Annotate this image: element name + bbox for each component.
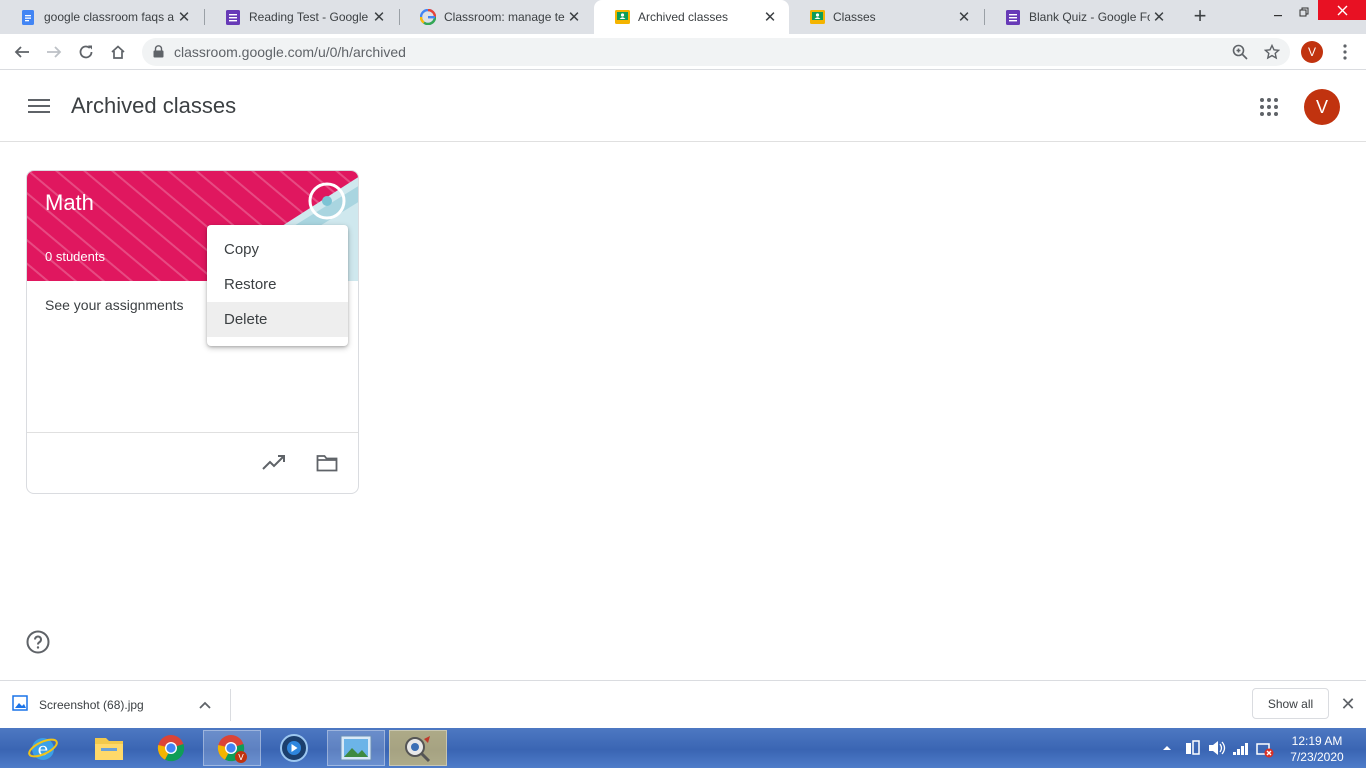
tab-archived-classes[interactable]: Archived classes ✕ bbox=[594, 0, 789, 34]
browser-toolbar: classroom.google.com/u/0/h/archived V bbox=[0, 34, 1366, 70]
image-file-icon bbox=[12, 694, 28, 716]
chevron-up-icon[interactable] bbox=[199, 696, 211, 714]
tab-title: Blank Quiz - Google For bbox=[1029, 10, 1150, 24]
help-icon[interactable] bbox=[26, 630, 50, 654]
page-title: Archived classes bbox=[71, 93, 237, 118]
minimize-window-icon[interactable] bbox=[1266, 0, 1290, 24]
chrome-profile-icon[interactable]: V bbox=[203, 730, 261, 766]
photos-icon[interactable] bbox=[327, 730, 385, 766]
menu-item-restore[interactable]: Restore bbox=[207, 267, 348, 302]
browser-profile-avatar[interactable]: V bbox=[1301, 41, 1323, 63]
close-tab-icon[interactable]: ✕ bbox=[1150, 8, 1168, 26]
chrome-icon[interactable] bbox=[142, 730, 200, 766]
system-clock[interactable]: 12:19 AM 7/23/2020 bbox=[1282, 733, 1352, 765]
close-tab-icon[interactable]: ✕ bbox=[370, 8, 388, 26]
google-apps-grid-icon[interactable] bbox=[1259, 97, 1279, 117]
close-tab-icon[interactable]: ✕ bbox=[761, 8, 779, 26]
home-icon[interactable] bbox=[105, 39, 131, 65]
network-signal-icon[interactable] bbox=[1232, 740, 1250, 758]
svg-text:V: V bbox=[238, 753, 244, 762]
volume-icon[interactable] bbox=[1208, 740, 1226, 758]
clock-time: 12:19 AM bbox=[1291, 734, 1343, 748]
lock-icon[interactable] bbox=[153, 45, 164, 63]
internet-explorer-icon[interactable]: e bbox=[14, 730, 72, 766]
tab-google-classroom-faqs[interactable]: google classroom faqs a ✕ bbox=[0, 0, 203, 34]
class-card-footer bbox=[27, 432, 358, 493]
google-forms-icon bbox=[225, 9, 241, 25]
url-text: classroom.google.com/u/0/h/archived bbox=[174, 44, 406, 60]
new-tab-button[interactable]: + bbox=[1188, 4, 1212, 30]
class-options-menu: Copy Restore Delete bbox=[207, 225, 348, 346]
account-avatar[interactable]: V bbox=[1304, 89, 1340, 125]
close-tab-icon[interactable]: ✕ bbox=[565, 8, 583, 26]
google-classroom-icon bbox=[614, 9, 630, 25]
action-center-icon[interactable] bbox=[1184, 740, 1202, 758]
close-window-icon[interactable] bbox=[1318, 0, 1366, 20]
show-hidden-icons-icon[interactable] bbox=[1162, 740, 1174, 756]
media-player-icon[interactable] bbox=[265, 730, 323, 766]
clock-date: 7/23/2020 bbox=[1290, 750, 1344, 764]
close-tab-icon[interactable]: ✕ bbox=[175, 8, 193, 26]
forward-arrow-icon[interactable] bbox=[41, 39, 67, 65]
class-name[interactable]: Math bbox=[45, 190, 94, 216]
file-explorer-icon[interactable] bbox=[80, 730, 138, 766]
reload-icon[interactable] bbox=[73, 39, 99, 65]
browser-tab-strip: google classroom faqs a ✕ Reading Test -… bbox=[0, 0, 1366, 34]
tab-title: Classes bbox=[833, 10, 876, 24]
google-docs-icon bbox=[20, 9, 36, 25]
close-downloads-icon[interactable]: ✕ bbox=[1338, 694, 1358, 714]
trending-up-icon[interactable] bbox=[262, 453, 286, 473]
tab-title: Archived classes bbox=[638, 10, 729, 24]
tab-blank-quiz[interactable]: Blank Quiz - Google For ✕ bbox=[985, 0, 1178, 34]
hamburger-menu-icon[interactable] bbox=[28, 97, 50, 115]
back-arrow-icon[interactable] bbox=[9, 39, 35, 65]
windows-taskbar: e V 12:19 AM 7/23/2020 bbox=[0, 728, 1366, 768]
menu-item-copy[interactable]: Copy bbox=[207, 232, 348, 267]
show-all-button[interactable]: Show all bbox=[1252, 688, 1329, 719]
folder-icon[interactable] bbox=[316, 454, 338, 472]
tab-title: Classroom: manage teac bbox=[444, 10, 565, 24]
restore-window-icon[interactable] bbox=[1292, 0, 1316, 24]
menu-item-delete[interactable]: Delete bbox=[207, 302, 348, 337]
class-card-description: See your assignments bbox=[45, 297, 184, 313]
tab-title: google classroom faqs a bbox=[44, 10, 175, 24]
app-header: Archived classes V bbox=[0, 71, 1366, 142]
tab-classes[interactable]: Classes ✕ bbox=[789, 0, 983, 34]
downloads-bar: Screenshot (68).jpg Show all ✕ bbox=[0, 680, 1366, 728]
close-tab-icon[interactable]: ✕ bbox=[955, 8, 973, 26]
browser-menu-icon[interactable] bbox=[1332, 39, 1358, 65]
google-g-icon bbox=[420, 9, 436, 25]
bookmark-star-icon[interactable] bbox=[1263, 43, 1281, 65]
zoom-icon[interactable] bbox=[1232, 44, 1248, 65]
download-item[interactable]: Screenshot (68).jpg bbox=[12, 689, 231, 721]
power-status-icon[interactable] bbox=[1256, 740, 1274, 758]
google-forms-icon bbox=[1005, 9, 1021, 25]
tab-reading-test[interactable]: Reading Test - Google Fo ✕ bbox=[205, 0, 398, 34]
google-classroom-icon bbox=[809, 9, 825, 25]
download-file-name: Screenshot (68).jpg bbox=[39, 698, 144, 712]
snipping-tool-icon[interactable] bbox=[389, 730, 447, 766]
tab-classroom-manage-teachers[interactable]: Classroom: manage teac ✕ bbox=[400, 0, 593, 34]
student-count: 0 students bbox=[45, 249, 105, 264]
address-bar[interactable]: classroom.google.com/u/0/h/archived bbox=[142, 38, 1290, 66]
tab-title: Reading Test - Google Fo bbox=[249, 10, 370, 24]
